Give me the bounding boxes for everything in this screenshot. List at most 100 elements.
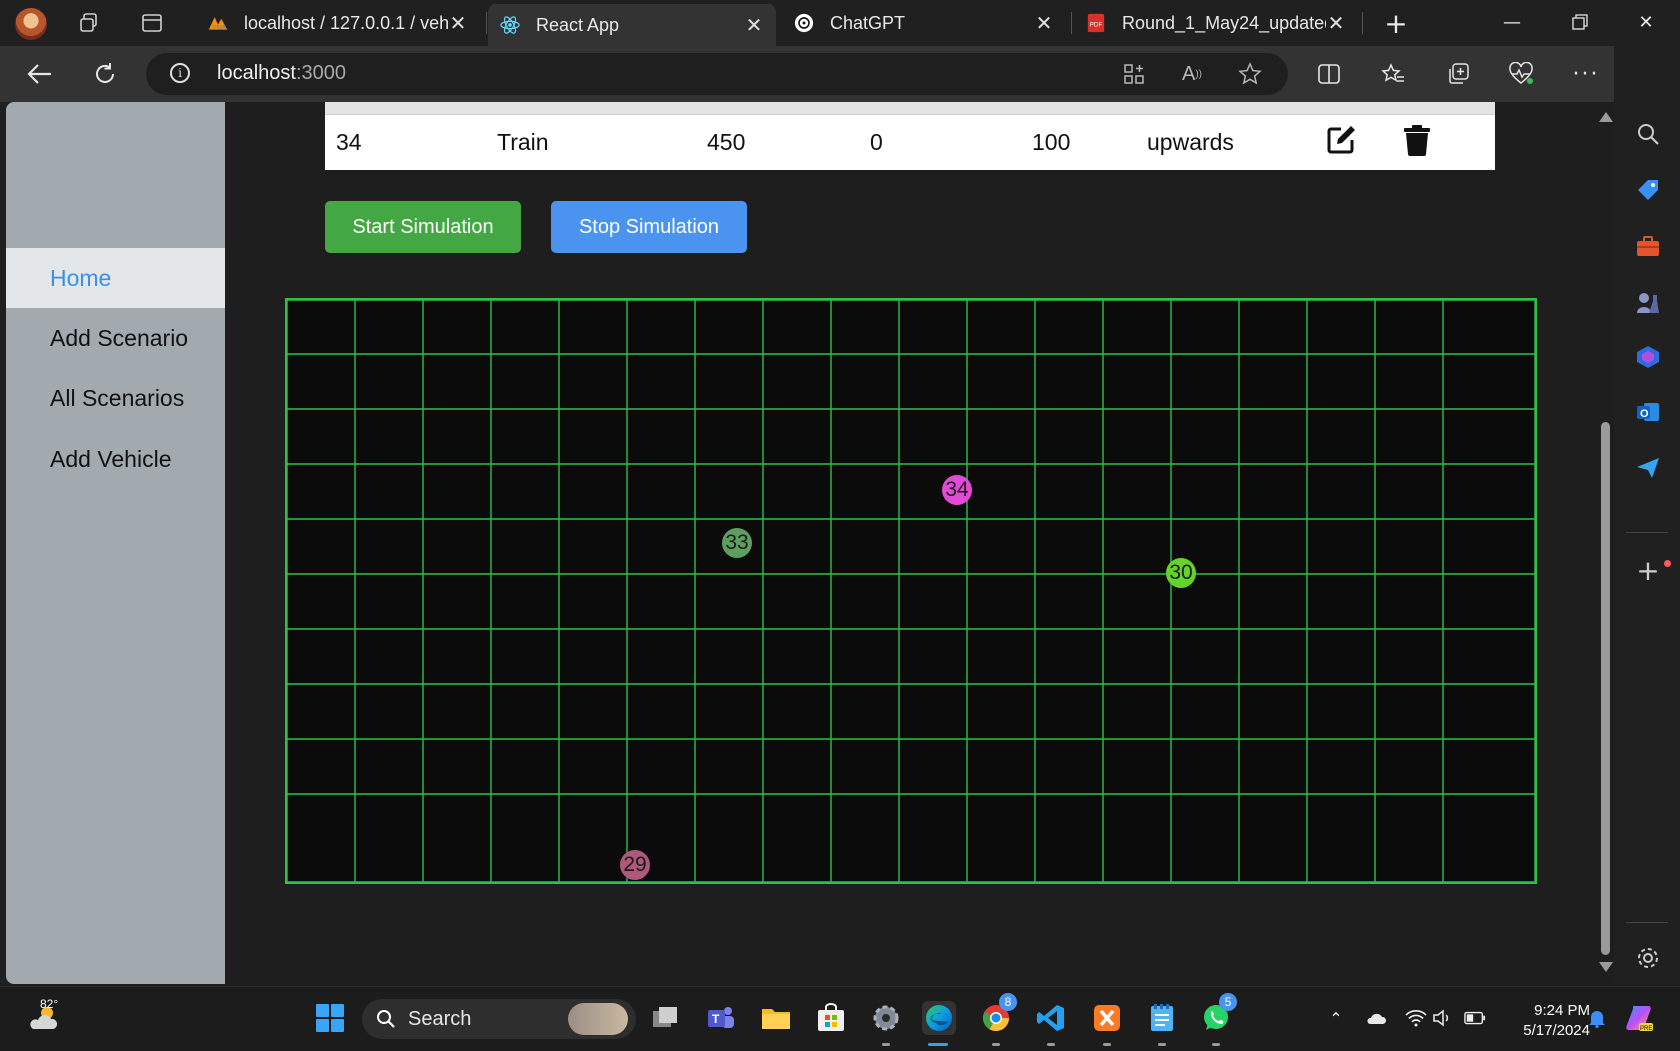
new-tab-icon[interactable]: + — [1382, 7, 1410, 40]
url-text[interactable]: localhost:3000 — [217, 62, 346, 85]
xampp-icon[interactable] — [1090, 1001, 1124, 1035]
vertical-tabs-icon[interactable] — [138, 9, 166, 37]
copilot-taskbar-icon[interactable]: PRE — [1622, 1001, 1656, 1035]
page-scrollbar[interactable] — [1596, 102, 1614, 984]
scroll-up-arrow-icon[interactable] — [1599, 112, 1613, 122]
microsoft-store-icon[interactable] — [814, 1001, 848, 1035]
task-view-icon[interactable] — [648, 1001, 682, 1035]
onedrive-icon[interactable] — [1365, 1007, 1387, 1029]
file-explorer-icon[interactable] — [759, 1001, 793, 1035]
sidebar-settings-icon[interactable] — [1634, 944, 1662, 972]
browser-toolbar: i localhost:3000 A)) ··· — [0, 46, 1680, 102]
sidebar-item-home[interactable]: Home — [6, 248, 225, 308]
sidebar-search-icon[interactable] — [1634, 120, 1662, 148]
browser-essentials-icon[interactable] — [1505, 58, 1537, 90]
split-screen-icon[interactable] — [1313, 58, 1345, 90]
send-icon[interactable] — [1634, 454, 1662, 482]
position-x-cell: 450 — [707, 129, 746, 155]
read-aloud-icon[interactable]: A)) — [1180, 62, 1204, 86]
favorites-icon[interactable] — [1377, 58, 1409, 90]
edge-icon[interactable] — [922, 1001, 956, 1035]
speed-cell: 100 — [1032, 129, 1071, 155]
page-viewport: Home Add Scenario All Scenarios Add Vehi… — [6, 102, 1596, 984]
close-tab-icon[interactable]: ✕ — [1326, 13, 1346, 35]
weather-temperature: 82° — [40, 997, 59, 1011]
app-available-icon[interactable] — [1122, 62, 1146, 86]
svg-text:PDF: PDF — [1090, 22, 1103, 29]
tab-chatgpt[interactable]: ChatGPT ✕ — [782, 4, 1066, 42]
close-tab-icon[interactable]: ✕ — [448, 13, 468, 35]
add-sidebar-app-icon[interactable]: + — [1634, 554, 1662, 587]
vehicle-marker: 29 — [620, 850, 650, 880]
taskbar-search-box[interactable]: Search — [362, 999, 636, 1039]
react-icon — [500, 15, 520, 35]
taskbar-clock[interactable]: 9:24 PM 5/17/2024 — [1504, 1001, 1590, 1041]
vscode-icon[interactable] — [1034, 1001, 1068, 1035]
search-highlight-image — [568, 1003, 628, 1035]
edge-sidebar: O + — [1614, 46, 1680, 984]
notification-dot — [1664, 560, 1671, 567]
tab-title: localhost / 127.0.0.1 / veh — [244, 12, 448, 33]
workspaces-icon[interactable] — [76, 9, 104, 37]
address-bar[interactable]: i localhost:3000 A)) — [146, 53, 1288, 95]
search-icon — [376, 1009, 396, 1029]
pdf-icon: PDF — [1086, 13, 1106, 33]
start-simulation-button[interactable]: Start Simulation — [325, 201, 521, 253]
games-icon[interactable] — [1634, 288, 1662, 316]
close-tab-icon[interactable]: ✕ — [1034, 13, 1054, 35]
tab-pdf[interactable]: PDF Round_1_May24_updated ✕ — [1074, 4, 1358, 42]
chatgpt-icon — [794, 13, 814, 33]
wifi-icon[interactable] — [1405, 1007, 1427, 1029]
browser-tab-strip: PMA localhost / 127.0.0.1 / veh ✕ React … — [0, 0, 1680, 46]
shopping-tag-icon[interactable] — [1634, 176, 1662, 204]
notepad-icon[interactable] — [1145, 1001, 1179, 1035]
refresh-icon[interactable] — [89, 58, 121, 90]
search-placeholder: Search — [408, 1007, 472, 1030]
restore-icon[interactable] — [1560, 6, 1600, 38]
tab-react-app[interactable]: React App ✕ — [488, 4, 776, 46]
notifications-bell-icon[interactable] — [1586, 1007, 1608, 1029]
delete-icon[interactable] — [1403, 124, 1435, 156]
sidebar-item-add-scenario[interactable]: Add Scenario — [6, 308, 225, 368]
volume-icon[interactable] — [1432, 1007, 1454, 1029]
battery-icon[interactable] — [1464, 1007, 1486, 1029]
edit-icon[interactable] — [1325, 124, 1357, 156]
sidebar-divider — [1626, 922, 1668, 923]
whatsapp-unread-badge: 5 — [1219, 993, 1237, 1011]
vehicle-marker: 33 — [722, 528, 752, 558]
scroll-down-arrow-icon[interactable] — [1599, 962, 1613, 972]
tab-phpmyadmin[interactable]: PMA localhost / 127.0.0.1 / veh ✕ — [196, 4, 480, 42]
phpmyadmin-icon: PMA — [208, 13, 228, 33]
outlook-icon[interactable]: O — [1634, 398, 1662, 426]
svg-text:O: O — [1640, 408, 1649, 420]
sidebar-item-all-scenarios[interactable]: All Scenarios — [6, 368, 225, 428]
svg-text:PRE: PRE — [1640, 1026, 1652, 1032]
svg-text:T: T — [712, 1012, 720, 1026]
simulation-grid: 34 33 30 29 — [285, 298, 1537, 884]
site-info-icon[interactable]: i — [170, 63, 190, 83]
teams-icon[interactable]: T — [704, 1001, 738, 1035]
microsoft-365-icon[interactable] — [1634, 343, 1662, 371]
show-hidden-icons-icon[interactable]: ⌃ — [1325, 1007, 1347, 1029]
vehicle-table: 34 Train 450 0 100 upwards — [325, 102, 1495, 170]
close-tab-icon[interactable]: ✕ — [744, 15, 764, 37]
windows-start-icon[interactable] — [313, 1001, 347, 1035]
sidebar-item-add-vehicle[interactable]: Add Vehicle — [6, 429, 225, 489]
vehicle-marker-label: 30 — [1169, 561, 1193, 584]
favorite-star-icon[interactable] — [1238, 62, 1262, 86]
close-window-icon[interactable]: ✕ — [1626, 6, 1666, 38]
table-header — [325, 102, 1495, 115]
profile-avatar[interactable] — [15, 8, 47, 40]
scrollbar-thumb[interactable] — [1601, 422, 1610, 955]
more-options-icon[interactable]: ··· — [1570, 58, 1602, 90]
minimize-icon[interactable]: — — [1492, 6, 1532, 38]
grid-lines — [287, 300, 1535, 882]
settings-icon[interactable] — [869, 1001, 903, 1035]
tab-title: React App — [536, 14, 620, 35]
vehicle-id-cell: 34 — [336, 129, 362, 155]
stop-simulation-button[interactable]: Stop Simulation — [551, 201, 747, 253]
edge-profile-badge: 8 — [999, 993, 1017, 1011]
tools-icon[interactable] — [1634, 232, 1662, 260]
back-icon[interactable] — [24, 58, 56, 90]
collections-icon[interactable] — [1442, 58, 1474, 90]
